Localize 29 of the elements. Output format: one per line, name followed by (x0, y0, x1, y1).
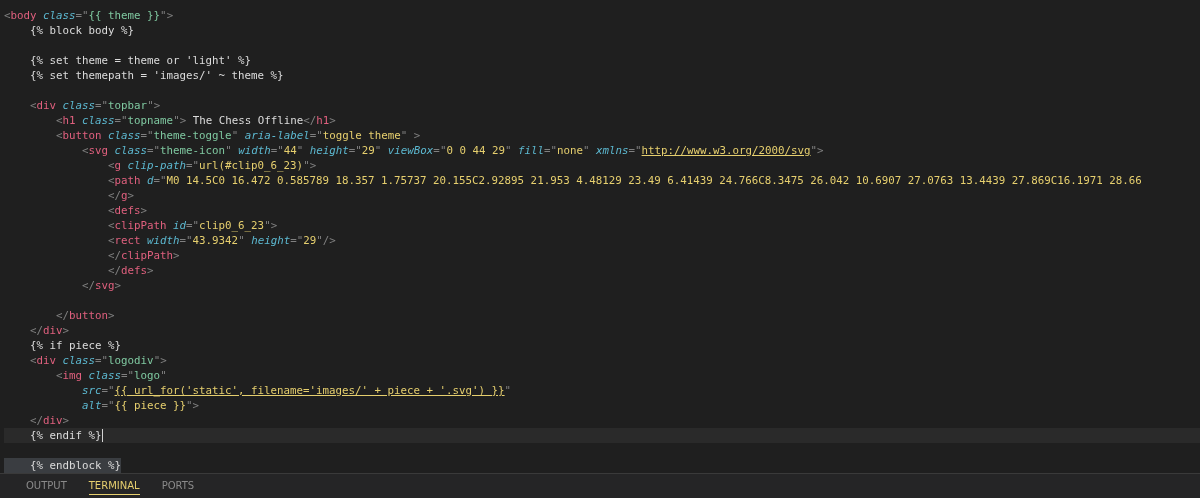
code-line: </clipPath> (107, 248, 180, 263)
code-line: <button class="theme-toggle" aria-label="toggle theme" > (55, 128, 421, 143)
code-line: </div> (29, 323, 70, 338)
code-line: {% block body %} (29, 23, 134, 38)
code-line: <g clip-path="url(#clip0_6_23)"> (107, 158, 317, 173)
code-line: <defs> (107, 203, 148, 218)
code-line: <div class="logodiv"> (29, 353, 167, 368)
code-line: <path d="M0 14.5C0 16.472 0.585789 18.357 1.75737 20.155C2.92895 21.953 4.48129 23.49 6.41439 24.766C8.3475 26.042 10.6907 27.0763 13.4439 27.869C16.1971 28.66 (107, 173, 1142, 188)
code-line: <body class="{{ theme }}"> (4, 8, 174, 23)
code-line: <img class="logo" (55, 368, 167, 383)
code-line: <clipPath id="clip0_6_23"> (107, 218, 278, 233)
code-line: <div class="topbar"> (29, 98, 161, 113)
code-line: {% set themepath = 'images/' ~ theme %} (29, 68, 284, 83)
code-line: </g> (107, 188, 135, 203)
panel-tab[interactable]: PORTS (161, 477, 195, 495)
panel-tab[interactable]: TERMINAL (88, 477, 140, 495)
code-line: </div> (29, 413, 70, 428)
code-line: </svg> (81, 278, 122, 293)
code-line: </button> (55, 308, 115, 323)
code-line: {% endif %} (29, 428, 103, 443)
code-line: {% if piece %} (29, 338, 121, 353)
code-line: </defs> (107, 263, 154, 278)
code-line: <h1 class="topname"> The Chess Offline</h1> (55, 113, 336, 128)
code-line: {% set theme = theme or 'light' %} (29, 53, 251, 68)
code-line: alt="{{ piece }}"> (81, 398, 200, 413)
panel-tab[interactable]: OUTPUT (26, 477, 67, 495)
code-line: src="{{ url_for('static', filename='images/' + piece + '.svg') }}" (81, 383, 512, 398)
code-line: <svg class="theme-icon" width="44" height="29" viewBox="0 0 44 29" fill="none" xmlns="http://www.w3.org/2000/svg"> (81, 143, 824, 158)
code-line: <rect width="43.9342" height="29"/> (107, 233, 336, 248)
